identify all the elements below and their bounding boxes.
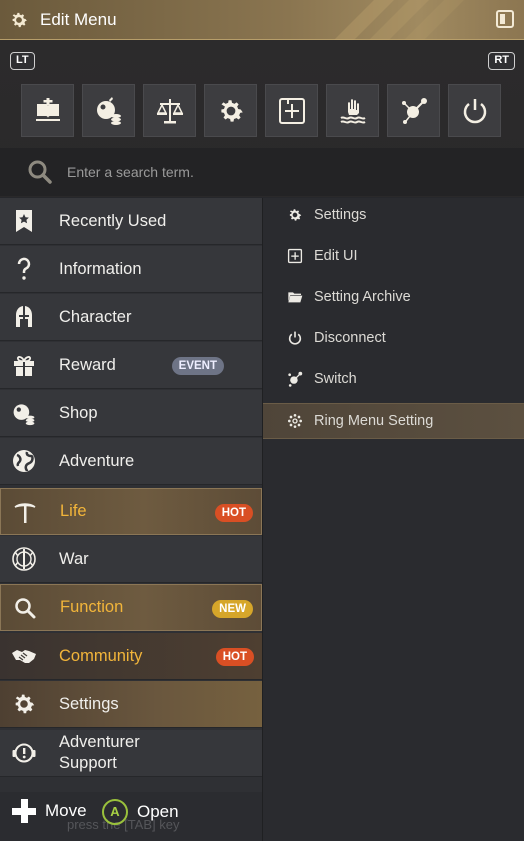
search-icon	[15, 597, 36, 618]
scales-icon	[156, 98, 183, 123]
gear-icon	[289, 209, 302, 221]
dock-toggle-button[interactable]	[496, 10, 514, 28]
gift-icon	[14, 356, 34, 376]
menu-item-adventurer-support[interactable]: Adventurer Support	[0, 730, 262, 777]
menu-item-label: Character	[59, 307, 132, 326]
menu-item-recently-used[interactable]: Recently Used	[0, 198, 262, 245]
menu-item-label-line1: Adventurer	[59, 733, 140, 751]
shop-icon	[13, 404, 35, 426]
power-icon	[463, 98, 486, 123]
shop-icon	[96, 96, 121, 125]
submenu-panel: Settings Edit UI Setting Archive Disconn…	[262, 198, 524, 841]
move-hint: Move	[12, 799, 87, 823]
submenu-item-label: Edit UI	[314, 248, 358, 264]
bookmark-star-icon	[16, 210, 32, 232]
edit-ui-icon	[278, 97, 305, 124]
quick-hand-water-button[interactable]	[326, 84, 379, 137]
edit-ui-icon	[287, 248, 303, 264]
controls-hint-bar: press the [TAB] key Move A Open	[0, 792, 262, 841]
new-badge: NEW	[212, 600, 253, 618]
quick-scales-button[interactable]	[143, 84, 196, 137]
menu-item-life[interactable]: Life HOT	[0, 488, 262, 535]
menu-item-label: Settings	[59, 694, 119, 713]
quick-power-button[interactable]	[448, 84, 501, 137]
search-input[interactable]	[67, 157, 467, 187]
menu-item-community[interactable]: Community HOT	[0, 633, 262, 680]
submenu-item-ring-menu-setting[interactable]: Ring Menu Setting	[263, 403, 524, 439]
dpad-icon	[12, 799, 36, 823]
lt-shoulder-button[interactable]: LT	[10, 52, 35, 70]
quick-icon-row	[21, 84, 501, 137]
pickaxe-icon	[14, 502, 36, 523]
globe-icon	[13, 450, 35, 472]
menu-item-settings[interactable]: Settings	[0, 681, 262, 728]
war-emblem-icon	[12, 547, 36, 571]
menu-item-label: Shop	[59, 403, 98, 422]
menu-item-adventure[interactable]: Adventure	[0, 438, 262, 485]
book-icon	[35, 97, 60, 121]
event-badge: EVENT	[171, 357, 224, 375]
rt-shoulder-button[interactable]: RT	[488, 52, 515, 70]
search-icon	[28, 160, 52, 184]
power-icon	[288, 331, 302, 345]
quick-book-button[interactable]	[21, 84, 74, 137]
category-menu: Recently Used Information Character Rewa…	[0, 198, 262, 841]
gear-icon	[220, 99, 243, 122]
hot-badge: HOT	[214, 504, 253, 522]
quick-settings-button[interactable]	[204, 84, 257, 137]
menu-item-label-line2: Support	[59, 754, 117, 772]
submenu-item-settings[interactable]: Settings	[263, 198, 524, 232]
submenu-item-switch[interactable]: Switch	[263, 362, 524, 396]
submenu-item-disconnect[interactable]: Disconnect	[263, 321, 524, 355]
ring-menu-icon	[288, 414, 302, 428]
quick-edit-ui-button[interactable]	[265, 84, 318, 137]
menu-item-character[interactable]: Character	[0, 294, 262, 341]
title-bar: Edit Menu	[0, 0, 524, 40]
switch-icon	[401, 97, 427, 124]
quick-access-area: LT RT	[0, 40, 524, 197]
quick-shop-button[interactable]	[82, 84, 135, 137]
submenu-item-label: Setting Archive	[314, 289, 411, 305]
menu-item-label: Reward	[59, 355, 116, 374]
open-hint: A Open	[102, 799, 179, 825]
folder-icon	[288, 292, 303, 303]
menu-item-label: Life	[60, 502, 87, 520]
gear-icon	[15, 694, 35, 714]
question-icon	[17, 257, 31, 280]
menu-item-label: Adventurer Support	[59, 732, 140, 774]
menu-item-label: Community	[59, 646, 143, 665]
quick-switch-button[interactable]	[387, 84, 440, 137]
hand-water-icon	[339, 98, 366, 124]
menu-item-label: Recently Used	[59, 211, 167, 230]
hot-badge: HOT	[215, 648, 254, 666]
submenu-item-label: Switch	[314, 371, 357, 387]
menu-item-information[interactable]: Information	[0, 246, 262, 293]
submenu-item-label: Settings	[314, 207, 367, 223]
gear-icon	[12, 12, 27, 27]
support-headset-icon	[12, 743, 36, 763]
handshake-icon	[12, 650, 36, 663]
a-button-icon: A	[102, 799, 128, 825]
helmet-icon	[16, 306, 32, 327]
move-hint-label: Move	[45, 801, 87, 820]
search-bar	[0, 148, 524, 196]
submenu-item-label: Ring Menu Setting	[314, 413, 434, 429]
switch-icon	[288, 371, 303, 387]
menu-item-shop[interactable]: Shop	[0, 390, 262, 437]
menu-item-label: Information	[59, 259, 142, 278]
menu-item-label: Adventure	[59, 451, 135, 470]
menu-item-label: Function	[60, 598, 124, 616]
open-hint-label: Open	[137, 802, 179, 821]
submenu-item-edit-ui[interactable]: Edit UI	[263, 239, 524, 273]
menu-item-label: War	[59, 549, 89, 568]
decorative-chevron	[334, 0, 464, 40]
window-title: Edit Menu	[40, 9, 117, 29]
menu-item-war[interactable]: War	[0, 536, 262, 583]
menu-item-reward[interactable]: Reward EVENT	[0, 342, 262, 389]
submenu-item-label: Disconnect	[314, 330, 386, 346]
submenu-item-setting-archive[interactable]: Setting Archive	[263, 280, 524, 314]
menu-item-function[interactable]: Function NEW	[0, 584, 262, 631]
